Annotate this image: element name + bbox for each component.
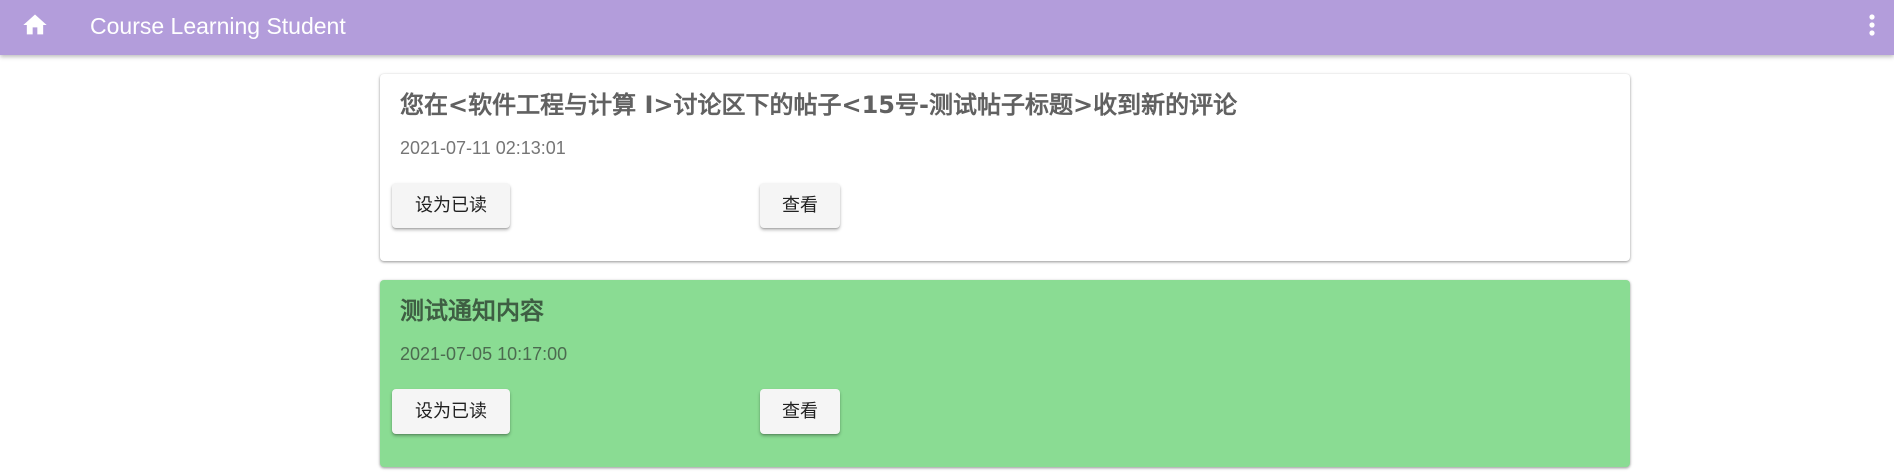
more-vert-icon [1868, 13, 1876, 41]
notification-time: 2021-07-05 10:17:00 [400, 344, 568, 364]
notification-title: 测试通知内容 [400, 297, 544, 325]
home-icon [21, 11, 49, 43]
view-button[interactable]: 查看 [760, 389, 840, 434]
notification-title: 您在<软件工程与计算 I>讨论区下的帖子<15号-测试帖子标题>收到新的评论 [400, 91, 1238, 119]
view-button[interactable]: 查看 [760, 183, 840, 228]
app-title: Course Learning Student [90, 13, 346, 39]
mark-read-button[interactable]: 设为已读 [392, 389, 510, 434]
more-menu-button[interactable] [1858, 10, 1886, 44]
notification-card: 测试通知内容 2021-07-05 10:17:00 设为已读 查看 [380, 280, 1630, 467]
notification-card: 您在<软件工程与计算 I>讨论区下的帖子<15号-测试帖子标题>收到新的评论 2… [380, 74, 1630, 261]
notification-time: 2021-07-11 02:13:01 [400, 138, 566, 158]
home-button[interactable] [18, 10, 52, 44]
app-bar: Course Learning Student [0, 0, 1894, 55]
mark-read-button[interactable]: 设为已读 [392, 183, 510, 228]
